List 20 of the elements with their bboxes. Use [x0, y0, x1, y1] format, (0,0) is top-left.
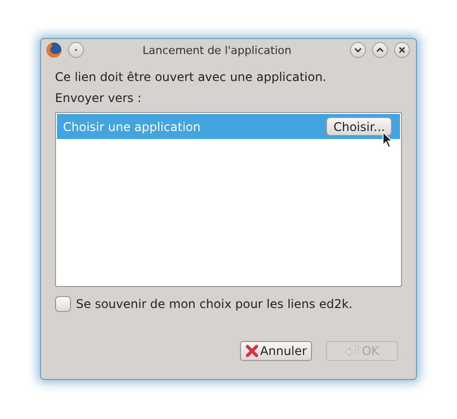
- maximize-button[interactable]: [372, 42, 388, 58]
- item-label: Choisir une application: [63, 120, 201, 134]
- dot-icon: [74, 48, 78, 52]
- checkbox[interactable]: [55, 296, 71, 312]
- cross-icon: [245, 344, 260, 358]
- send-to-label: Envoyer vers :: [55, 90, 142, 107]
- choose-button[interactable]: Choisir...: [326, 117, 392, 136]
- minimize-button[interactable]: [350, 42, 366, 58]
- globe-icon[interactable]: [46, 42, 62, 58]
- close-button[interactable]: [394, 42, 410, 58]
- return-arrow-icon: [344, 344, 361, 358]
- message-text: Ce lien doit être ouvert avec une application.: [55, 69, 328, 86]
- cursor-icon: [382, 131, 394, 149]
- close-icon: [398, 46, 406, 54]
- chevron-down-icon: [354, 46, 362, 54]
- list-item[interactable]: Choisir une application Choisir...: [57, 114, 400, 139]
- remember-label[interactable]: Se souvenir de mon choix pour les liens ed2k.: [76, 297, 352, 311]
- window-title: Lancement de l'application: [142, 44, 292, 56]
- chevron-up-icon: [376, 46, 384, 54]
- cancel-button[interactable]: Annuler: [240, 341, 312, 361]
